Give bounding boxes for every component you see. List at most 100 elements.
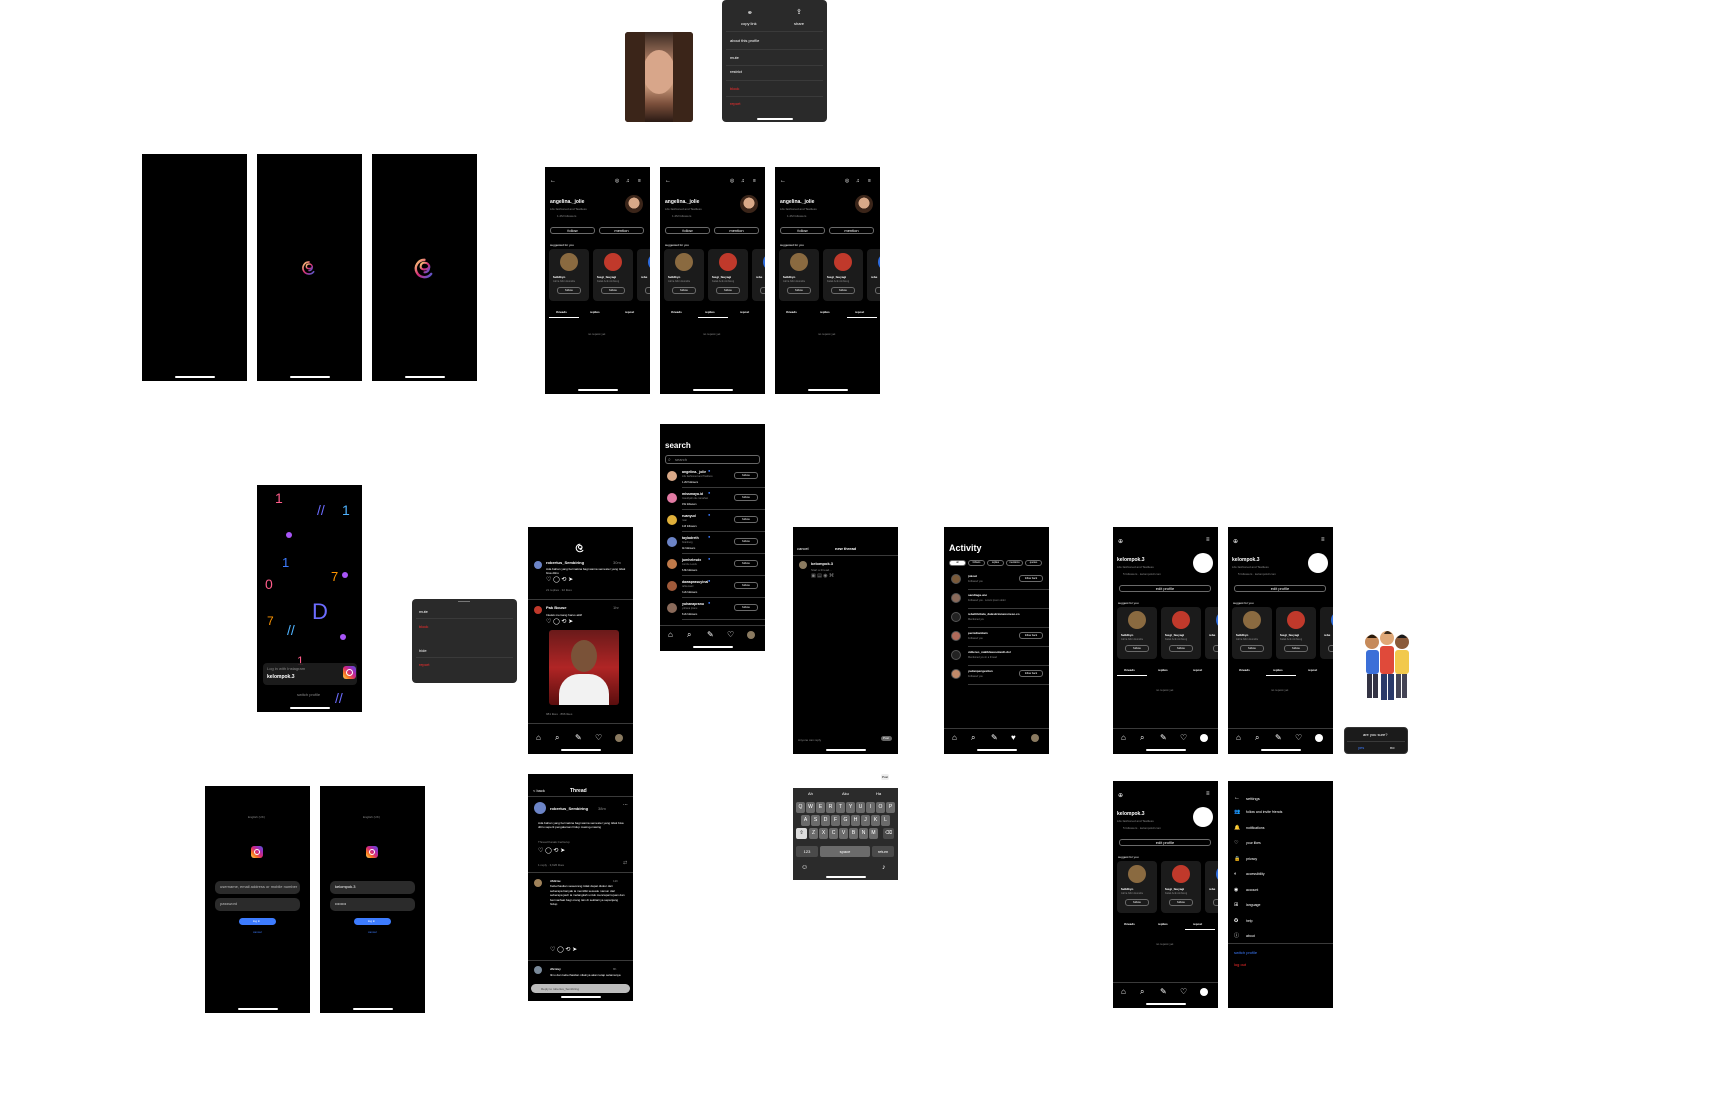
suggestion-card[interactable]: fasgi_fauyagi Kalak Anik Ambiong follow (593, 249, 633, 301)
report-item[interactable]: report (730, 101, 740, 107)
key-v[interactable]: V (839, 828, 848, 839)
language-selector[interactable]: English (UK) (363, 814, 380, 820)
key-k[interactable]: K (871, 815, 880, 826)
suggestion-card[interactable]: rebe follow (1205, 861, 1218, 913)
menu-icon[interactable]: ≡ (753, 178, 756, 184)
suggestion-card[interactable]: fasgi_fauyagi Kalak Anik Ambiong follow (1276, 607, 1316, 659)
list-item[interactable]: missmaya.id ● maudiyah oke ramahan 15k foll… (660, 490, 765, 510)
list-item[interactable]: yudanpengestian Followed you follow back (944, 667, 1049, 685)
edit-profile-button[interactable]: edit profile (1119, 839, 1211, 846)
search-nav-icon[interactable]: ⌕ (1140, 733, 1144, 742)
key-i[interactable]: I (866, 802, 875, 813)
key-t[interactable]: T (836, 802, 845, 813)
follow-button[interactable]: follow (665, 227, 710, 234)
suggestion-card[interactable]: fadidkyo zahra bibir doorable follow (1117, 607, 1157, 659)
suggestion-follow-button[interactable]: follow (1169, 899, 1193, 906)
search-nav-icon[interactable]: ⌕ (687, 630, 691, 639)
report-option[interactable]: report (419, 662, 429, 668)
follow-button[interactable]: follow (734, 516, 758, 523)
key-n[interactable]: N (859, 828, 868, 839)
instagram-link-icon[interactable]: ◎ (615, 178, 619, 184)
list-item[interactable]: jumhelesdx ● Jumhe Lesdx 6.8k followers foll… (660, 556, 765, 576)
profile-tab[interactable]: repost (740, 309, 749, 315)
mention-button[interactable]: mention (599, 227, 644, 234)
filter-chip-quotes[interactable]: quotes (1025, 560, 1042, 566)
follow-back-button[interactable]: follow back (1019, 632, 1043, 639)
list-item[interactable]: dawaprasuyinal ● tahta kasir 3.2k followers… (660, 578, 765, 598)
block-option[interactable]: block (419, 624, 428, 630)
back-arrow-icon[interactable]: ← (1234, 795, 1240, 801)
about-profile-item[interactable]: about this profile (730, 38, 759, 44)
key-f[interactable]: F (831, 815, 840, 826)
profile-tab[interactable]: replies (705, 309, 715, 315)
follow-button[interactable]: follow (780, 227, 825, 234)
post-image[interactable] (549, 630, 619, 705)
suggestion-follow-button[interactable]: follow (1125, 645, 1149, 652)
suggestion-follow-button[interactable]: follow (1213, 899, 1218, 906)
heart-icon[interactable]: ♡ (595, 733, 602, 742)
follow-button[interactable]: follow (734, 494, 758, 501)
follow-button[interactable]: follow (734, 604, 758, 611)
menu-icon[interactable]: ≡ (1206, 791, 1210, 797)
suggestion-card[interactable]: rebe follow (752, 249, 765, 301)
confirm-yes-button[interactable]: yes (1358, 745, 1364, 751)
heart-icon[interactable]: ♡ (727, 630, 734, 639)
settings-item[interactable]: follow and invite friends (1246, 809, 1282, 815)
block-item[interactable]: block (730, 86, 739, 92)
shift-key[interactable]: ⇧ (796, 828, 807, 839)
suggestion-card[interactable]: fasgi_fauyagi Kalak Anik Ambiong follow (1161, 607, 1201, 659)
search-nav-icon[interactable]: ⌕ (971, 733, 975, 742)
translate-icon[interactable]: ⇄ (623, 860, 627, 866)
profile-tab[interactable]: replies (1158, 667, 1168, 673)
list-item[interactable]: vidiereo_nakiblasusolasih.dol Mentioned y… (944, 648, 1049, 666)
avatar[interactable] (747, 631, 755, 639)
post-username[interactable]: robertus_Sembiring (550, 806, 588, 812)
instagram-link-icon[interactable]: ◎ (845, 178, 849, 184)
heart-icon[interactable]: ♡ (1180, 987, 1187, 996)
list-item[interactable]: angelina._jolie ● Life fashioned and Tasti… (660, 468, 765, 488)
suggestion-card[interactable]: rebe follow (1205, 607, 1218, 659)
list-item[interactable]: jokowi Followed you follow back (944, 572, 1049, 590)
key-c[interactable]: C (829, 828, 838, 839)
profile-tab[interactable]: replies (1158, 921, 1168, 927)
suggestion-card[interactable]: rebe follow (867, 249, 880, 301)
profile-tab[interactable]: replies (590, 309, 600, 315)
key-o[interactable]: O (876, 802, 885, 813)
reply-input[interactable]: Reply to robertus_Sembiring (531, 984, 630, 993)
post-username[interactable]: robertus_Sembiring (546, 560, 584, 566)
share-button[interactable]: share (794, 21, 804, 27)
search-nav-icon[interactable]: ⌕ (1255, 733, 1259, 742)
username-field[interactable]: username, email address or mobile number (215, 881, 300, 894)
profile-tab[interactable]: threads (671, 309, 682, 315)
key-d[interactable]: D (821, 815, 830, 826)
return-key[interactable]: return (872, 846, 894, 857)
list-item[interactable]: pernidiantiain Followed you follow back (944, 629, 1049, 647)
key-z[interactable]: Z (809, 828, 818, 839)
key-s[interactable]: S (811, 815, 820, 826)
profile-tab[interactable]: replies (820, 309, 830, 315)
login-button[interactable]: log in (239, 918, 276, 925)
suggestion-card[interactable]: fadidkyo zahra bibir doorable follow (1117, 861, 1157, 913)
key-g[interactable]: G (841, 815, 850, 826)
edit-profile-button[interactable]: edit profile (1234, 585, 1326, 592)
follow-back-button[interactable]: follow back (1019, 670, 1043, 677)
profile-tab[interactable]: repost (625, 309, 634, 315)
globe-icon[interactable]: ⊕ (1118, 793, 1123, 799)
menu-icon[interactable]: ≡ (868, 178, 871, 184)
suggestion-follow-button[interactable]: follow (716, 287, 740, 294)
mute-option[interactable]: mute (419, 609, 428, 615)
suggestion-follow-button[interactable]: follow (1213, 645, 1218, 652)
heart-icon[interactable]: ♡ (1180, 733, 1187, 742)
more-icon[interactable]: ⋯ (623, 802, 628, 808)
link-icon[interactable]: ⚭ (747, 10, 753, 17)
compose-icon[interactable]: ✎ (991, 733, 998, 742)
suggestion-card[interactable]: fadidkyo zahra bibir doorable follow (664, 249, 704, 301)
suggestion-card[interactable]: fadidkyo zahra bibir doorable follow (779, 249, 819, 301)
globe-icon[interactable]: ⊕ (1118, 539, 1123, 545)
space-key[interactable]: space (820, 846, 870, 857)
restrict-item[interactable]: restrict (730, 69, 742, 75)
avatar[interactable] (1200, 734, 1208, 742)
profile-tab[interactable]: replies (1273, 667, 1283, 673)
avatar[interactable] (534, 606, 542, 614)
share-icon[interactable]: ⇪ (796, 9, 802, 16)
